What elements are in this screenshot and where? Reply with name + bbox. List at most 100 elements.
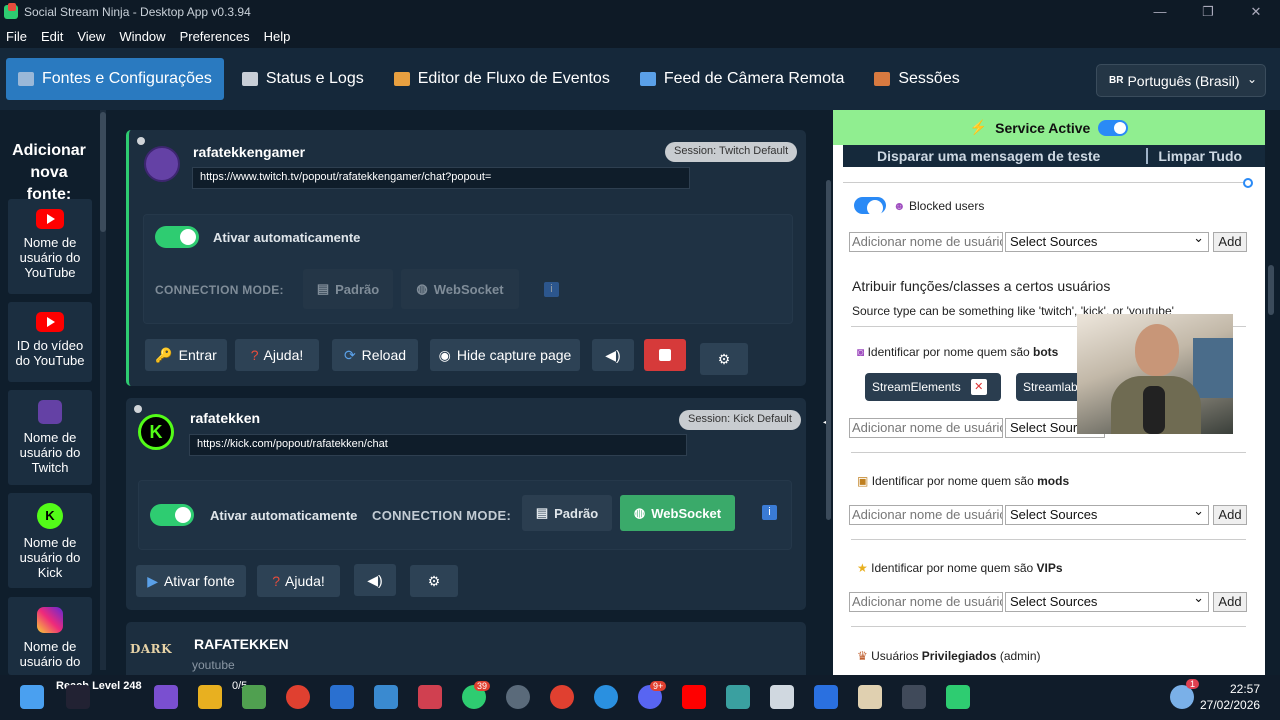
blocked-add-button[interactable]: Add [1213, 232, 1247, 252]
camera-app-icon[interactable] [770, 685, 794, 709]
bots-username-input[interactable]: Adicionar nome de usuário [849, 418, 1003, 438]
info-icon[interactable]: i [762, 505, 777, 520]
info-icon[interactable]: i [544, 282, 559, 297]
divider [851, 539, 1246, 540]
clock-date: 27/02/2026 [1200, 698, 1261, 712]
sidebar-heading: Adicionar nova fonte: [12, 142, 86, 203]
stop-button[interactable] [644, 339, 686, 371]
r-app-icon[interactable] [550, 685, 574, 709]
menu-view[interactable]: View [77, 29, 105, 44]
outlook-icon[interactable] [330, 685, 354, 709]
mods-sources-select[interactable]: Select Sources [1005, 503, 1209, 525]
restore-icon[interactable]: ❐ [1184, 0, 1232, 24]
mods-username-input[interactable]: Adicionar nome de usuário [849, 505, 1003, 525]
minimize-icon[interactable]: — [1136, 0, 1184, 24]
auto-activate-toggle[interactable] [150, 504, 194, 526]
remove-icon[interactable]: ✕ [970, 379, 987, 395]
source-url-field[interactable]: https://www.twitch.tv/popout/rafatekkeng… [192, 167, 690, 189]
add-instagram-username[interactable]: Nome de usuário do [8, 597, 92, 675]
send-test-message-button[interactable]: Disparar uma mensagem de teste [877, 148, 1100, 164]
menu-bar: File Edit View Window Preferences Help [0, 24, 1280, 48]
mode-padrao-button[interactable]: ▤ Padrão [522, 495, 612, 531]
tab-sessions[interactable]: Sessões [862, 58, 971, 100]
window-title: Social Stream Ninja - Desktop App v0.3.9… [24, 5, 251, 19]
blocked-users-label: ☻ Blocked users [893, 199, 985, 213]
session-badge[interactable]: Session: Twitch Default [665, 142, 798, 162]
youtube-icon[interactable] [682, 685, 706, 709]
sidebar-scrollbar[interactable] [100, 110, 106, 670]
instagram-icon [37, 607, 63, 633]
tab-sources[interactable]: Fontes e Configurações [6, 58, 224, 100]
right-scrollbar[interactable] [1268, 110, 1276, 675]
tab-status-logs[interactable]: Status e Logs [230, 58, 376, 100]
close-icon[interactable]: ✕ [1232, 0, 1280, 24]
add-youtube-video-id[interactable]: ID do vídeo do YouTube [8, 302, 92, 382]
chrome-icon[interactable] [286, 685, 310, 709]
auto-activate-toggle[interactable] [155, 226, 199, 248]
auto-activate-label: Ativar automaticamente [210, 508, 358, 523]
blocked-sources-select[interactable]: Select Sources [1005, 230, 1209, 252]
sound-button[interactable]: ◀) [354, 564, 396, 596]
add-twitch-username[interactable]: Nome de usuário do Twitch [8, 390, 92, 485]
notes-icon[interactable] [814, 685, 838, 709]
service-status-bar: ⚡ Service Active [833, 110, 1265, 145]
menu-window[interactable]: Window [119, 29, 165, 44]
logs-icon [241, 72, 258, 86]
clear-all-button[interactable]: Limpar Tudo [1146, 148, 1242, 164]
service-toggle[interactable] [1098, 119, 1129, 136]
help-button[interactable]: ? Ajuda! [235, 339, 319, 371]
menu-help[interactable]: Help [264, 29, 291, 44]
sound-button[interactable]: ◀) [592, 339, 634, 371]
store-icon[interactable] [242, 685, 266, 709]
windows-start-icon[interactable] [20, 685, 44, 709]
paint-icon[interactable] [726, 685, 750, 709]
activate-source-button[interactable]: ▶ Ativar fonte [136, 565, 246, 597]
social-stream-icon[interactable] [902, 685, 926, 709]
add-kick-username[interactable]: K Nome de usuário do Kick [8, 493, 92, 588]
blocked-username-input[interactable]: Adicionar nome de usuário [849, 232, 1003, 252]
vips-sources-select[interactable]: Select Sources [1005, 590, 1209, 612]
vips-add-button[interactable]: Add [1213, 592, 1247, 612]
enter-button[interactable]: 🔑 Entrar [145, 339, 227, 371]
calculator-icon[interactable] [374, 685, 398, 709]
mode-padrao-button[interactable]: ▤ Padrão [303, 269, 393, 309]
tab-remote-camera[interactable]: Feed de Câmera Remota [628, 58, 857, 100]
app-icon [4, 3, 18, 19]
settings-button[interactable]: ⚙ [410, 565, 458, 597]
m365-icon[interactable] [154, 685, 178, 709]
mode-websocket-button[interactable]: ◍ WebSocket [620, 495, 735, 531]
folder-icon[interactable] [198, 685, 222, 709]
session-badge[interactable]: Session: Kick Default [679, 410, 801, 430]
help-button[interactable]: ? Ajuda! [257, 565, 340, 597]
source-url-field[interactable]: https://kick.com/popout/rafatekken/chat [189, 434, 687, 456]
menu-preferences[interactable]: Preferences [180, 29, 250, 44]
mode-websocket-button[interactable]: ◍ WebSocket [401, 269, 519, 309]
reload-button[interactable]: ⟳ Reload [332, 339, 418, 371]
source-card-youtube: RAFATEKKEN youtube [126, 622, 806, 675]
add-youtube-username[interactable]: Nome de usuário do YouTube [8, 199, 92, 294]
hide-capture-button[interactable]: ◉ Hide capture page [430, 339, 580, 371]
language-select[interactable]: BR Português (Brasil) ⌄ [1096, 64, 1266, 97]
edge-icon[interactable] [594, 685, 618, 709]
blocked-users-toggle[interactable] [854, 197, 886, 216]
camera-icon [639, 72, 656, 86]
menu-edit[interactable]: Edit [41, 29, 63, 44]
center-scrollbar[interactable] [826, 180, 831, 520]
kick-icon: K [37, 503, 63, 529]
menu-file[interactable]: File [6, 29, 27, 44]
sniping-tool-icon[interactable] [418, 685, 442, 709]
settings-button[interactable]: ⚙ [700, 343, 748, 375]
weather-badge: 1 [1186, 679, 1200, 689]
app-icon[interactable] [946, 685, 970, 709]
twitch-avatar-icon [144, 146, 180, 182]
whatsapp-badge: 39 [474, 681, 491, 691]
tab-event-flow[interactable]: Editor de Fluxo de Eventos [382, 58, 622, 100]
eye-icon: ◉ [438, 346, 451, 363]
vips-username-input[interactable]: Adicionar nome de usuário [849, 592, 1003, 612]
ninja-icon[interactable] [858, 685, 882, 709]
search-icon[interactable] [1243, 178, 1253, 188]
mods-add-button[interactable]: Add [1213, 505, 1247, 525]
search-icon[interactable] [66, 685, 90, 709]
obs-icon[interactable] [506, 685, 530, 709]
divider [843, 182, 1243, 183]
